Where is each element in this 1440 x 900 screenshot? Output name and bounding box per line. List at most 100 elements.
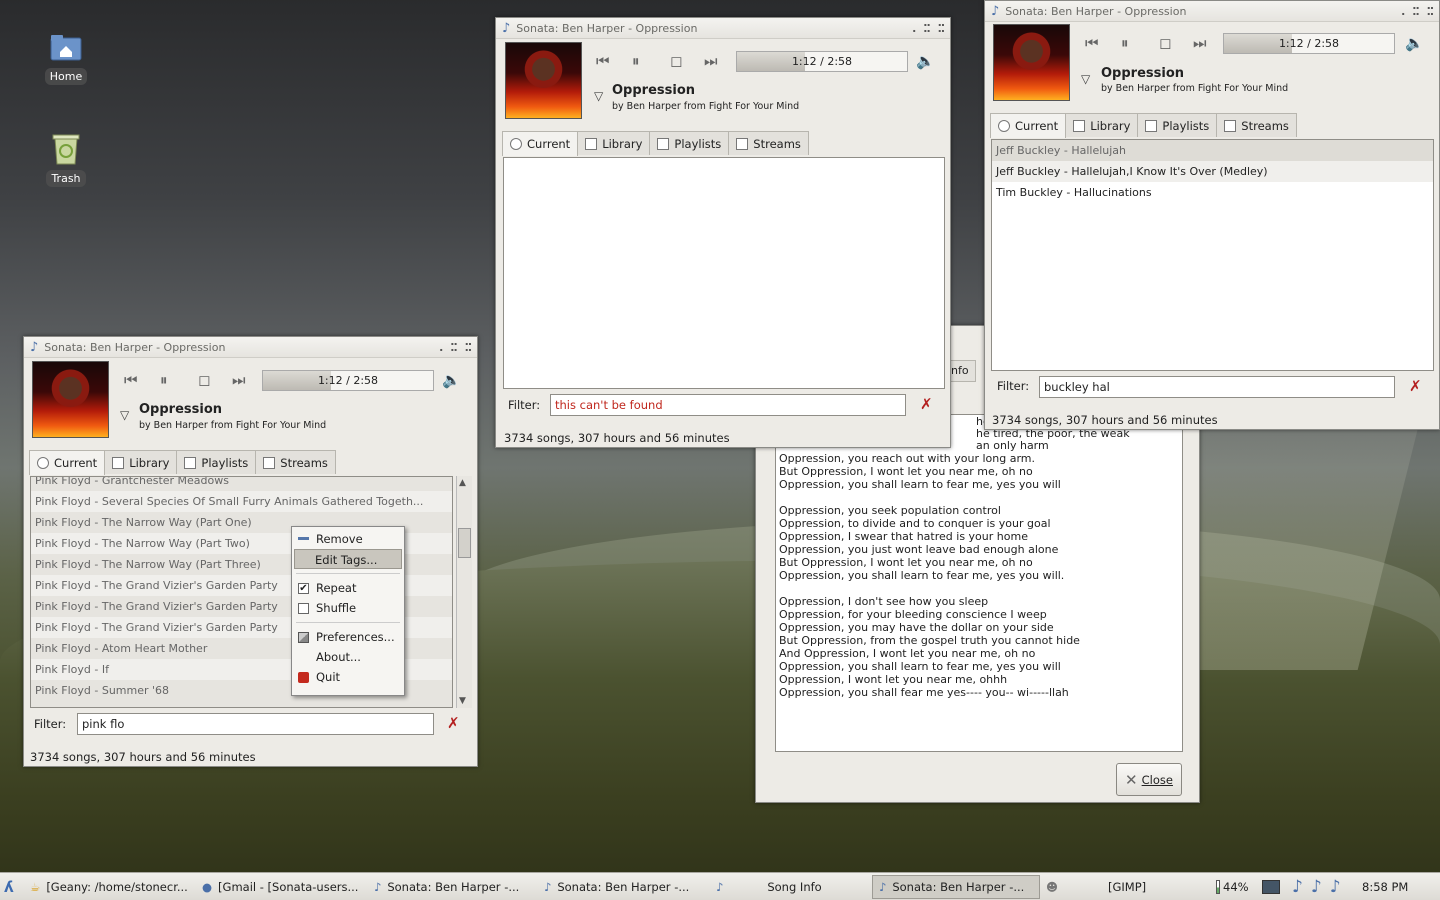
title-bar[interactable]: ♪ Sonata: Ben Harper - Oppression . ⁚⁚ ⁚… [496,18,950,39]
list-item[interactable]: Tim Buckley - Hallucinations [992,182,1433,203]
playlist[interactable]: Jeff Buckley - Hallelujah Jeff Buckley -… [991,139,1434,371]
next-icon[interactable]: ⏭ [1193,34,1207,52]
menu-item-label: Preferences... [316,630,395,644]
app-menu-button[interactable]: ʎ [0,875,24,899]
close-window-button[interactable]: ⁚⁚ [465,341,472,354]
list-item[interactable]: Pink Floyd - Grantchester Meadows [31,477,452,491]
minimize-button[interactable]: . [912,22,916,35]
volume-icon[interactable]: 🔈 [442,371,461,389]
tab-playlists[interactable]: Playlists [176,450,257,474]
scrollbar-thumb[interactable] [458,528,471,558]
progress-bar[interactable]: 1:12 / 2:58 [1223,33,1395,54]
clear-filter-icon[interactable]: ✗ [920,395,933,413]
menu-item-repeat[interactable]: ✔ Repeat [292,578,404,598]
taskbar-item-sonata[interactable]: ♪ Sonata: Ben Harper -... [538,875,710,899]
scroll-up-icon[interactable]: ▲ [459,478,466,488]
battery-indicator[interactable]: 44% [1210,875,1256,899]
music-note-icon: ♪ [1310,876,1322,897]
album-art[interactable] [505,42,582,119]
tab-library[interactable]: Library [1065,113,1139,137]
remove-icon [298,537,309,540]
music-note-icon: ♪ [544,879,552,894]
filter-input[interactable]: buckley hal [1039,376,1395,398]
next-icon[interactable]: ⏭ [232,371,246,389]
scrollbar[interactable]: ▲ ▼ [456,476,472,708]
tab-playlists[interactable]: Playlists [1137,113,1218,137]
close-button[interactable]: ✕ Close [1116,763,1182,796]
list-item[interactable]: Jeff Buckley - Hallelujah [992,140,1433,161]
list-item[interactable]: Jeff Buckley - Hallelujah,I Know It's Ov… [992,161,1433,182]
menu-item-quit[interactable]: Quit [292,667,404,687]
progress-bar[interactable]: 1:12 / 2:58 [262,370,434,391]
menu-item-edit-tags[interactable]: Edit Tags... [294,549,402,569]
tab-streams[interactable]: Streams [255,450,336,474]
next-icon[interactable]: ⏭ [704,52,718,70]
taskbar-item-sonata-active[interactable]: ♪ Sonata: Ben Harper -... [872,874,1040,899]
previous-icon[interactable]: ⏮ [596,52,610,70]
menu-item-remove[interactable]: Remove [292,529,404,549]
song-title: Oppression [612,83,696,98]
minimize-button[interactable]: . [439,341,443,354]
quit-icon [298,672,309,683]
tab-current[interactable]: Current [29,450,106,475]
close-window-button[interactable]: ⁚⁚ [1427,5,1434,18]
title-bar[interactable]: ♪ Sonata: Ben Harper - Oppression . ⁚⁚ ⁚… [985,1,1439,22]
desktop-icon-trash[interactable]: Trash [36,132,96,187]
scroll-down-icon[interactable]: ▼ [459,696,466,706]
filter-input[interactable]: this can't be found [550,394,906,416]
expander-triangle-icon[interactable]: ▽ [594,89,603,103]
tab-library[interactable]: Library [577,131,651,155]
tab-streams[interactable]: Streams [1216,113,1297,137]
taskbar-item-gmail[interactable]: ● [Gmail - [Sonata-users... [196,875,368,899]
progress-bar[interactable]: 1:12 / 2:58 [736,51,908,72]
desktop-icon-home[interactable]: Home [36,30,96,85]
title-bar[interactable]: ♪ Sonata: Ben Harper - Oppression . ⁚⁚ ⁚… [24,337,477,358]
playlist-empty[interactable] [503,157,945,389]
filter-input[interactable]: pink flo [77,713,434,735]
maximize-button[interactable]: ⁚⁚ [1412,5,1419,18]
expander-triangle-icon[interactable]: ▽ [120,408,129,422]
taskbar-item-song-info[interactable]: ♪ Song Info [710,875,872,899]
maximize-button[interactable]: ⁚⁚ [450,341,457,354]
menu-item-shuffle[interactable]: Shuffle [292,598,404,618]
tab-current[interactable]: Current [502,131,579,156]
list-item[interactable]: Pink Floyd - Several Species Of Small Fu… [31,491,452,512]
previous-icon[interactable]: ⏮ [124,371,138,389]
volume-icon[interactable]: 🔈 [916,52,935,70]
previous-icon[interactable]: ⏮ [1085,34,1099,52]
tray-monitor[interactable] [1256,875,1286,899]
minimize-button[interactable]: . [1401,5,1405,18]
tab-current[interactable]: Current [990,113,1067,138]
library-icon [112,456,125,469]
tray-notes[interactable]: ♪ ♪ ♪ [1286,875,1356,899]
tab-streams[interactable]: Streams [728,131,809,155]
maximize-button[interactable]: ⁚⁚ [923,22,930,35]
tab-library[interactable]: Library [104,450,178,474]
gimp-icon: ☻ [1046,879,1058,894]
lyrics-view: hen w he tired, the poor, the weak an on… [775,414,1183,752]
album-art[interactable] [32,361,109,438]
sonata-window-left: ♪ Sonata: Ben Harper - Oppression . ⁚⁚ ⁚… [23,336,478,767]
close-window-button[interactable]: ⁚⁚ [938,22,945,35]
menu-item-about[interactable]: About... [292,647,404,667]
clear-filter-icon[interactable]: ✗ [1409,377,1422,395]
tab-playlists[interactable]: Playlists [649,131,730,155]
stop-icon[interactable]: ◻ [198,371,210,389]
clock[interactable]: 8:58 PM [1356,875,1422,899]
album-art[interactable] [993,24,1070,101]
menu-separator [296,622,400,623]
taskbar-item-gimp[interactable]: ☻ [GIMP] [1040,875,1210,899]
stop-icon[interactable]: ◻ [1159,34,1171,52]
pause-icon[interactable]: ⏸ [160,371,168,389]
clear-filter-icon[interactable]: ✗ [447,714,460,732]
song-subtitle: by Ben Harper from Fight For Your Mind [1101,83,1289,94]
expander-triangle-icon[interactable]: ▽ [1081,72,1090,86]
pause-icon[interactable]: ⏸ [1121,34,1129,52]
stop-icon[interactable]: ◻ [670,52,682,70]
volume-icon[interactable]: 🔈 [1405,34,1424,52]
taskbar-item-sonata[interactable]: ♪ Sonata: Ben Harper -... [368,875,538,899]
menu-item-preferences[interactable]: Preferences... [292,627,404,647]
sonata-window-right: ♪ Sonata: Ben Harper - Oppression . ⁚⁚ ⁚… [984,0,1440,430]
taskbar-item-geany[interactable]: ☕ [Geany: /home/stonecr... [24,875,196,899]
pause-icon[interactable]: ⏸ [632,52,640,70]
